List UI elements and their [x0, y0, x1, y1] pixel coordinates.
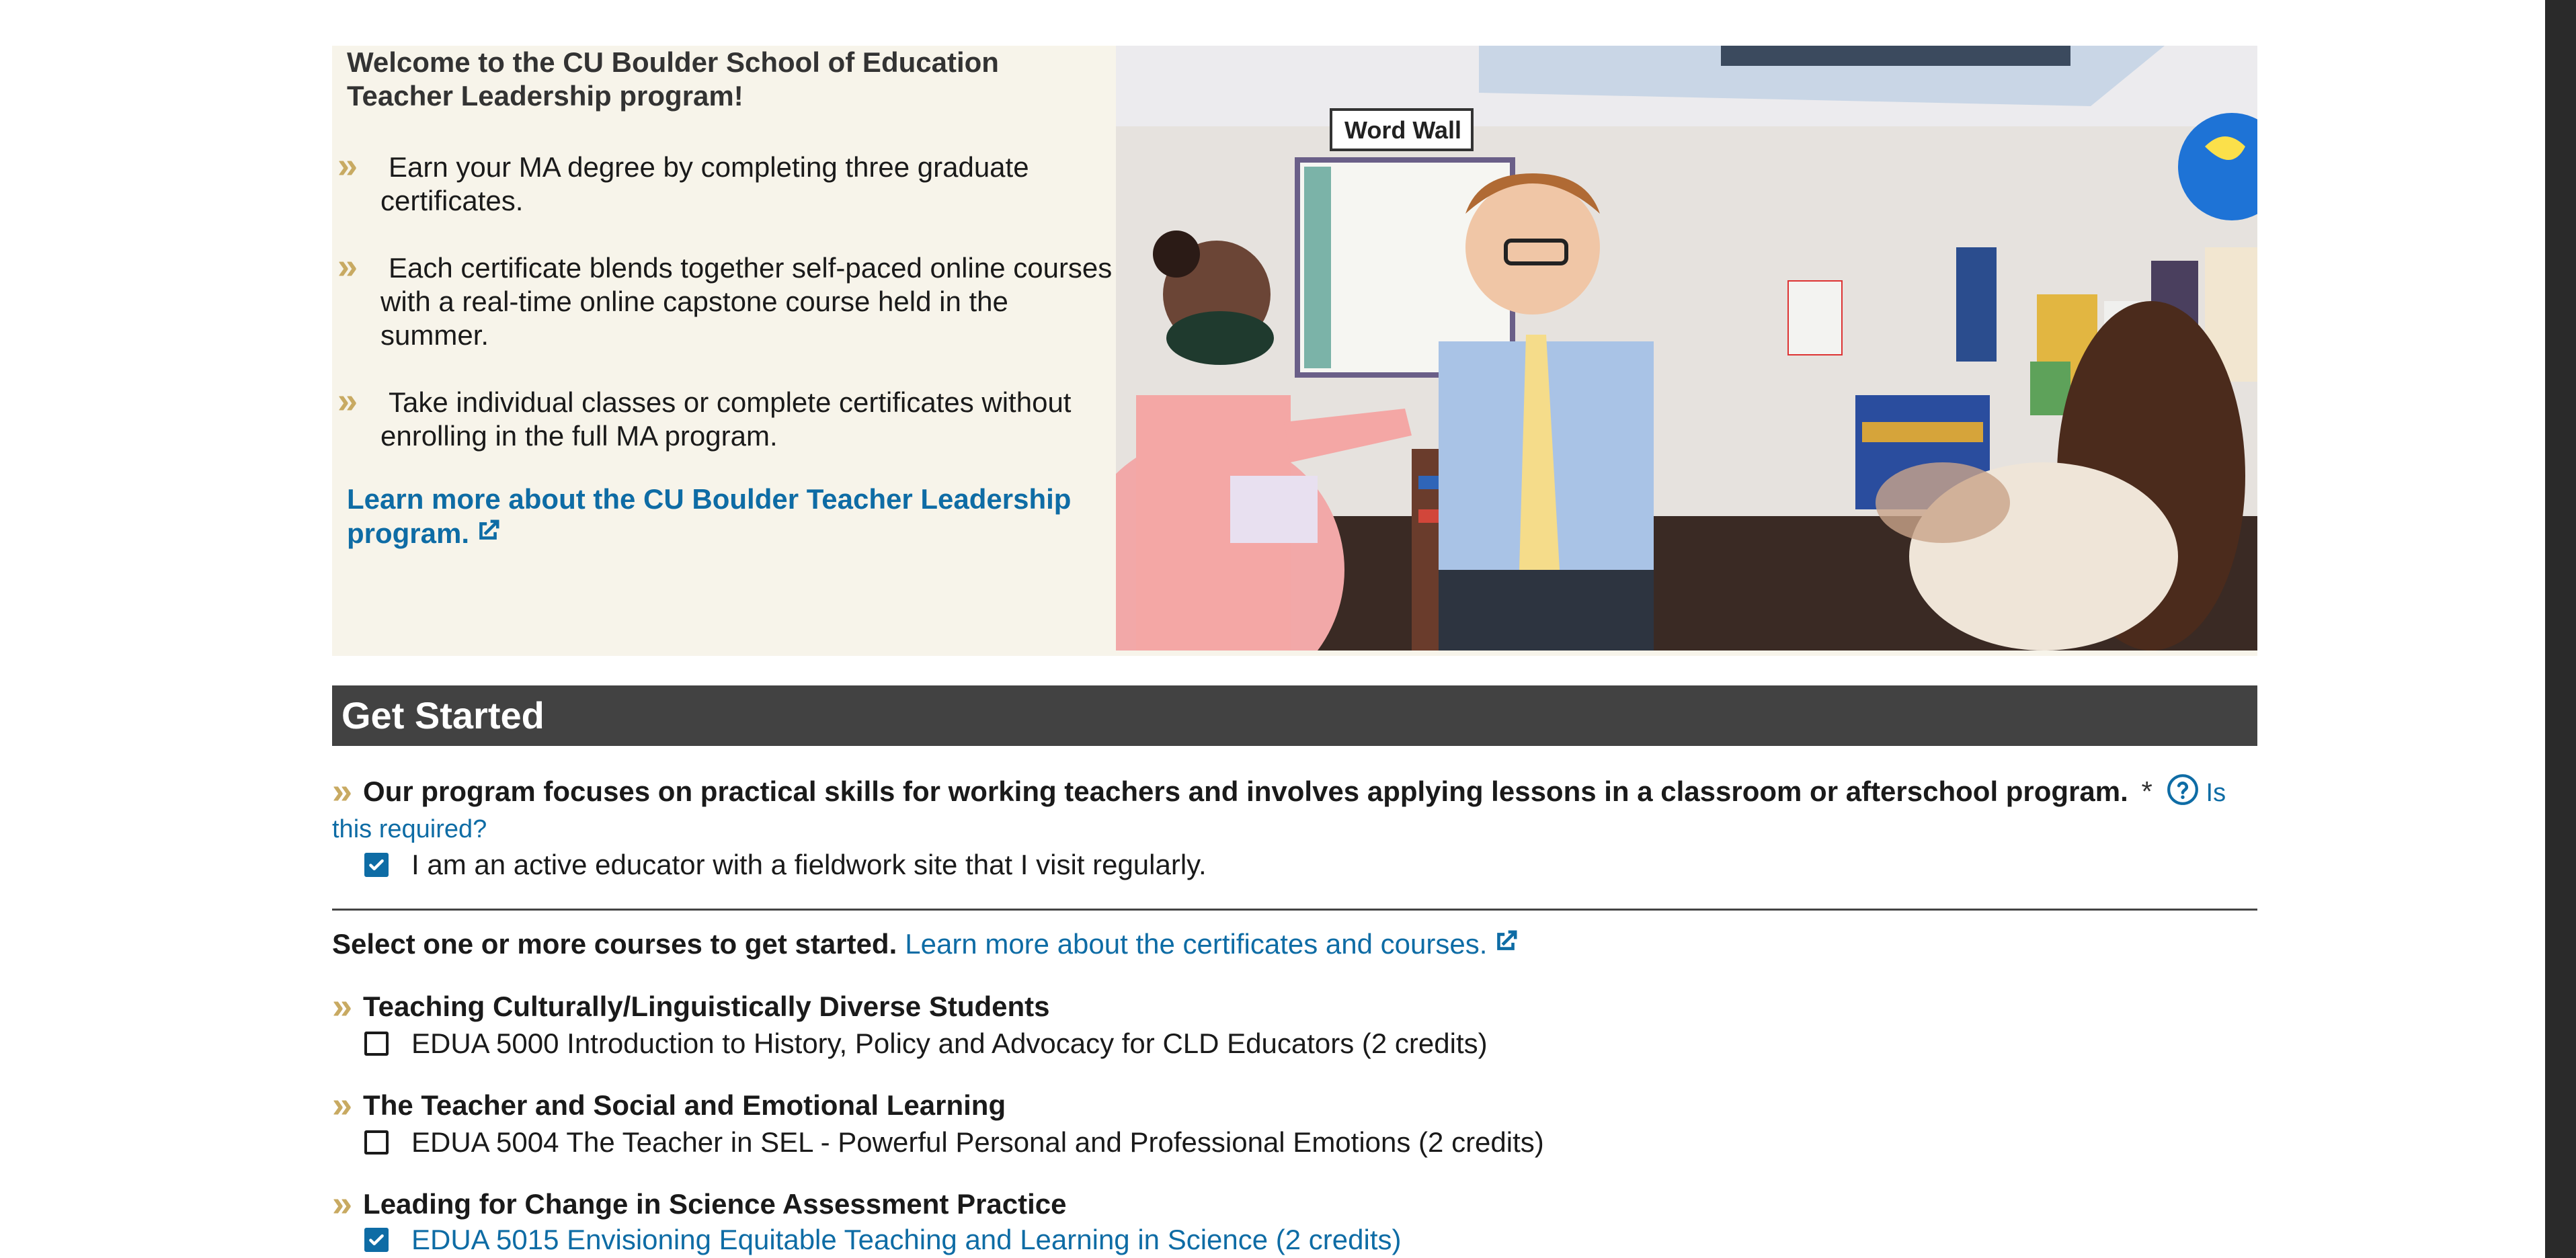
select-courses-prompt: Select one or more courses to get starte…: [332, 926, 1521, 962]
section-divider: [332, 909, 2257, 911]
checkmark-icon: [369, 859, 384, 871]
checkmark-icon: [369, 1234, 384, 1246]
double-chevron-icon: »: [337, 380, 358, 421]
double-chevron-icon: »: [332, 986, 352, 1026]
question-circle-icon: [2167, 774, 2198, 805]
select-prompt-text: Select one or more courses to get starte…: [332, 928, 897, 960]
educator-checkbox-label: I am an active educator with a fieldwork…: [411, 849, 1207, 880]
certificates-link[interactable]: Learn more about the certificates and co…: [905, 928, 1521, 960]
double-chevron-icon: »: [332, 1183, 352, 1224]
question-text: Our program focuses on practical skills …: [363, 775, 2128, 807]
intro-bullet: » Each certificate blends together self-…: [337, 246, 1113, 351]
fieldwork-question: » Our program focuses on practical skills…: [332, 773, 2257, 847]
double-chevron-icon: »: [332, 771, 352, 811]
page-scrollbar[interactable]: [2545, 0, 2576, 1258]
intro-bullet-list: » Earn your MA degree by completing thre…: [337, 147, 1112, 453]
intro-bullet: » Take individual classes or complete ce…: [337, 380, 1072, 452]
course-label: EDUA 5004 The Teacher in SEL - Powerful …: [411, 1126, 1544, 1158]
educator-checkbox[interactable]: [364, 853, 389, 877]
program-hero: Welcome to the CU Boulder School of Educ…: [332, 46, 2257, 656]
get-started-heading: Get Started: [341, 694, 545, 737]
course-group-title: » The Teacher and Social and Emotional Le…: [332, 1085, 1006, 1125]
double-chevron-icon: »: [332, 1085, 352, 1125]
required-marker: *: [2141, 775, 2152, 807]
course-group-title: » Leading for Change in Science Assessmen…: [332, 1183, 1067, 1224]
word-wall-sign: Word Wall: [1344, 116, 1461, 144]
double-chevron-icon: »: [337, 246, 358, 286]
educator-checkbox-row[interactable]: I am an active educator with a fieldwork…: [364, 848, 1207, 882]
course-checkbox-row[interactable]: EDUA 5015 Envisioning Equitable Teaching…: [364, 1223, 1401, 1257]
double-chevron-icon: »: [337, 145, 358, 185]
external-link-icon: [479, 519, 499, 540]
get-started-section-bar: Get Started: [332, 685, 2257, 746]
course-group-title: » Teaching Culturally/Linguistically Dive…: [332, 986, 1050, 1026]
intro-panel: Welcome to the CU Boulder School of Educ…: [337, 46, 1112, 550]
learn-more-program-link[interactable]: Learn more about the CU Boulder Teacher …: [347, 483, 1106, 550]
course-checkbox-row[interactable]: EDUA 5004 The Teacher in SEL - Powerful …: [364, 1126, 1544, 1159]
course-checkbox[interactable]: [364, 1032, 389, 1056]
course-label: EDUA 5000 Introduction to History, Polic…: [411, 1028, 1488, 1059]
course-checkbox-row[interactable]: EDUA 5000 Introduction to History, Polic…: [364, 1027, 1488, 1060]
course-checkbox[interactable]: [364, 1130, 389, 1155]
classroom-photo: Word Wall: [1116, 46, 2257, 651]
course-label: EDUA 5015 Envisioning Equitable Teaching…: [411, 1224, 1402, 1255]
external-link-icon: [1497, 930, 1517, 950]
welcome-heading: Welcome to the CU Boulder School of Educ…: [347, 46, 999, 112]
intro-bullet: » Earn your MA degree by completing thre…: [337, 145, 1029, 216]
course-checkbox[interactable]: [364, 1228, 389, 1252]
